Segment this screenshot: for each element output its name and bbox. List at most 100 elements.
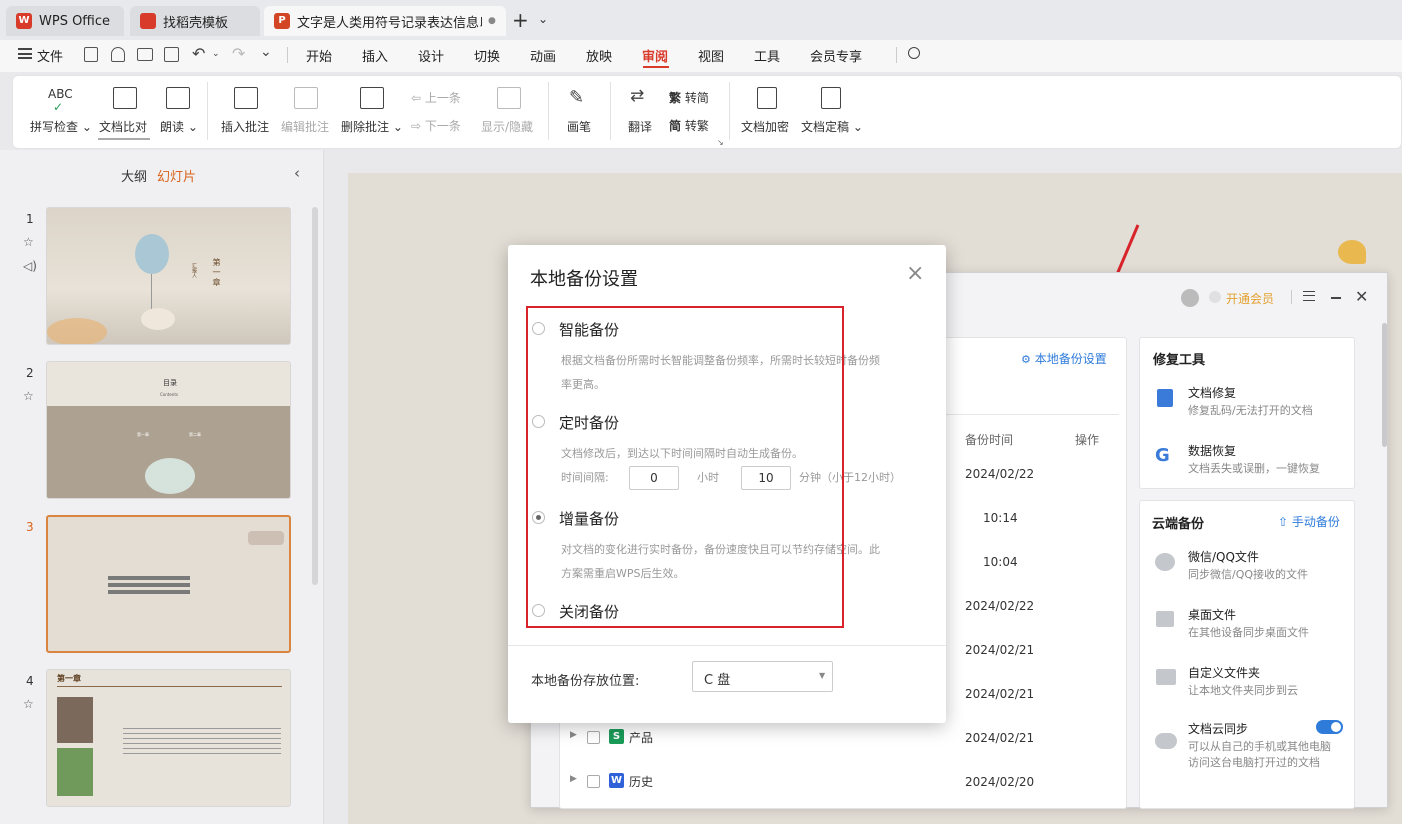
document-icon: W bbox=[609, 773, 624, 788]
show-hide-button[interactable]: 显示/隐藏 bbox=[481, 118, 533, 135]
slide-thumbnail-1[interactable]: 第一章 汇报人 bbox=[46, 207, 291, 345]
manual-backup-button[interactable]: ⇧ 手动备份 bbox=[1278, 513, 1340, 530]
next-comment-button[interactable]: ⇨ 下一条 bbox=[411, 117, 461, 134]
panel-scrollbar[interactable] bbox=[312, 207, 318, 585]
finalize-button[interactable]: 文档定稿 ⌄ bbox=[801, 118, 863, 135]
collapse-panel-icon[interactable]: ‹ bbox=[294, 164, 300, 182]
menu-view[interactable]: 视图 bbox=[698, 46, 724, 65]
review-ribbon bbox=[12, 75, 1402, 149]
star-icon[interactable]: ☆ bbox=[23, 697, 34, 711]
insert-comment-button[interactable]: 插入批注 bbox=[221, 118, 269, 135]
menu-slideshow[interactable]: 放映 bbox=[586, 46, 612, 65]
slide-thumbnail-3[interactable] bbox=[46, 515, 291, 653]
minimize-icon[interactable] bbox=[1331, 297, 1341, 299]
next-comment-label: 下一条 bbox=[424, 119, 461, 133]
spell-check-label: 拼写检查 bbox=[30, 120, 79, 134]
doc-repair-title[interactable]: 文档修复 bbox=[1188, 384, 1236, 401]
repair-tools-title: 修复工具 bbox=[1153, 353, 1206, 368]
redo-icon[interactable]: ↷ bbox=[232, 44, 245, 63]
file-name[interactable]: 产品 bbox=[629, 729, 653, 746]
show-hide-icon bbox=[497, 87, 521, 109]
to-traditional-button[interactable]: 简 转繁 bbox=[669, 117, 709, 134]
traditional-char-icon: 繁 bbox=[669, 91, 682, 105]
outline-tab[interactable]: 大纲 bbox=[121, 166, 147, 185]
local-backup-settings-link[interactable]: ⚙ 本地备份设置 bbox=[1021, 350, 1107, 367]
cloud-sync-title[interactable]: 文档云同步 bbox=[1188, 720, 1248, 737]
menu-animation[interactable]: 动画 bbox=[530, 46, 556, 65]
row-checkbox[interactable] bbox=[587, 731, 600, 744]
portrait-photo bbox=[57, 697, 93, 743]
file-name[interactable]: 历史 bbox=[629, 773, 653, 790]
custom-folder-title[interactable]: 自定义文件夹 bbox=[1188, 664, 1260, 681]
location-select[interactable]: C 盘 ▼ bbox=[692, 661, 833, 692]
active-tab-underline bbox=[643, 66, 669, 68]
pen-button[interactable]: 画笔 bbox=[567, 118, 591, 135]
desktop-files-title[interactable]: 桌面文件 bbox=[1188, 606, 1236, 623]
new-tab-button[interactable]: + bbox=[512, 8, 529, 32]
leaves-illustration bbox=[47, 318, 107, 344]
undo-dropdown-icon[interactable]: ⌄ bbox=[212, 49, 220, 59]
print-preview-icon[interactable] bbox=[164, 47, 179, 62]
audio-icon[interactable]: ◁) bbox=[23, 259, 37, 273]
manual-backup-label: 手动备份 bbox=[1291, 515, 1340, 529]
slide-number: 1 bbox=[26, 212, 34, 226]
tab-template[interactable]: 找稻壳模板 bbox=[130, 6, 260, 36]
window-scrollbar[interactable] bbox=[1382, 323, 1387, 447]
hamburger-icon[interactable] bbox=[18, 48, 32, 59]
spell-check-button[interactable]: 拼写检查 ⌄ bbox=[30, 118, 92, 135]
menu-design[interactable]: 设计 bbox=[418, 46, 444, 65]
row-checkbox[interactable] bbox=[587, 775, 600, 788]
cloud-sync-toggle[interactable] bbox=[1316, 720, 1343, 734]
vip-coin-icon bbox=[1209, 291, 1221, 303]
menu-tools[interactable]: 工具 bbox=[754, 46, 780, 65]
star-icon[interactable]: ☆ bbox=[23, 235, 34, 249]
search-icon[interactable] bbox=[908, 47, 920, 59]
compare-button[interactable]: 文档比对 bbox=[99, 118, 147, 135]
tab-list-chevron-icon[interactable]: ⌄ bbox=[538, 12, 548, 26]
edit-comment-button[interactable]: 编辑批注 bbox=[281, 118, 329, 135]
tab-wps-office[interactable]: W WPS Office bbox=[6, 6, 124, 36]
translate-icon: ⇄ bbox=[630, 86, 645, 106]
read-aloud-button[interactable]: 朗读 ⌄ bbox=[160, 118, 198, 135]
delete-comment-button[interactable]: 删除批注 ⌄ bbox=[341, 118, 403, 135]
lotus-photo bbox=[57, 748, 93, 796]
menu-transition[interactable]: 切换 bbox=[474, 46, 500, 65]
avatar[interactable] bbox=[1181, 289, 1199, 307]
ribbon-separator bbox=[207, 82, 208, 140]
slide-thumbnail-2[interactable]: 目录 Contents 第一章 第二章 bbox=[46, 361, 291, 499]
to-simplified-button[interactable]: 繁 转简 bbox=[669, 89, 709, 106]
highlight-box-annotation bbox=[526, 306, 844, 628]
vip-button[interactable]: 开通会员 bbox=[1226, 290, 1274, 307]
menu-icon[interactable] bbox=[1303, 291, 1315, 301]
data-recovery-title[interactable]: 数据恢复 bbox=[1188, 442, 1236, 459]
slide-2-item-1: 第一章 bbox=[137, 432, 149, 437]
print-icon[interactable] bbox=[137, 48, 153, 61]
close-icon[interactable]: ✕ bbox=[1355, 287, 1368, 306]
menu-file[interactable]: 文件 bbox=[37, 46, 63, 65]
share-icon[interactable] bbox=[111, 47, 125, 62]
dialog-close-button[interactable]: × bbox=[906, 261, 924, 286]
menu-review[interactable]: 审阅 bbox=[642, 46, 668, 65]
dialog-launcher-icon[interactable]: ↘ bbox=[717, 138, 724, 147]
menu-member[interactable]: 会员专享 bbox=[810, 46, 862, 65]
slides-tab[interactable]: 幻灯片 bbox=[157, 166, 196, 185]
wechat-qq-title[interactable]: 微信/QQ文件 bbox=[1188, 548, 1259, 565]
prev-comment-button[interactable]: ⇦ 上一条 bbox=[411, 89, 461, 106]
star-icon[interactable]: ☆ bbox=[23, 389, 34, 403]
undo-icon[interactable]: ↶ bbox=[192, 44, 205, 63]
encrypt-button[interactable]: 文档加密 bbox=[741, 118, 789, 135]
finalize-label: 文档定稿 bbox=[801, 120, 850, 134]
translate-button[interactable]: 翻译 bbox=[628, 118, 652, 135]
row-date: 2024/02/22 bbox=[965, 467, 1035, 481]
save-icon[interactable] bbox=[84, 47, 98, 62]
slide-4-rule bbox=[57, 686, 282, 687]
menu-start[interactable]: 开始 bbox=[306, 46, 332, 65]
expand-row-icon[interactable]: ▶ bbox=[570, 774, 577, 784]
encrypt-icon bbox=[757, 87, 777, 109]
expand-row-icon[interactable]: ▶ bbox=[570, 730, 577, 740]
more-chevron-icon[interactable]: ⌄ bbox=[260, 44, 272, 60]
menu-insert[interactable]: 插入 bbox=[362, 46, 388, 65]
doc-repair-icon bbox=[1157, 389, 1173, 407]
tab-current-document[interactable]: P 文字是人类用符号记录表达信息以 ● bbox=[264, 6, 506, 36]
slide-thumbnail-4[interactable]: 第一章 bbox=[46, 669, 291, 807]
